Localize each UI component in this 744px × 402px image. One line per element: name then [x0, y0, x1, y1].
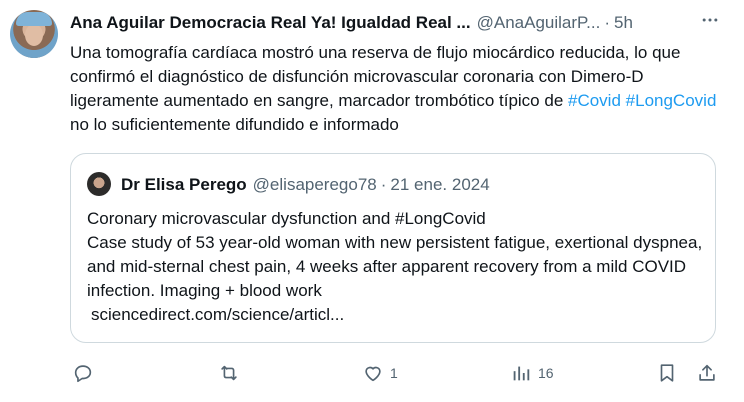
hashtag-longcovid[interactable]: #LongCovid: [626, 91, 717, 110]
quoted-tweet-text: Coronary microvascular dysfunction and #…: [87, 207, 707, 327]
quoted-author-avatar[interactable]: [87, 172, 111, 196]
author-name[interactable]: Ana Aguilar Democracia Real Ya! Igualdad…: [70, 13, 471, 33]
views-icon: [513, 366, 530, 381]
tweet-actions-bar: 1 16: [70, 358, 730, 388]
separator-dot: ·: [604, 13, 611, 32]
bookmark-button[interactable]: [656, 358, 678, 388]
views-button[interactable]: 16: [510, 358, 554, 388]
heart-icon: [365, 366, 381, 382]
retweet-icon: [221, 365, 237, 381]
quoted-author-handle[interactable]: @elisaperego78: [253, 175, 377, 195]
like-button[interactable]: 1: [362, 358, 398, 388]
more-options-icon[interactable]: [696, 10, 724, 34]
retweet-button[interactable]: [218, 358, 246, 388]
quoted-tweet-card[interactable]: Dr Elisa Perego @elisaperego78 · 21 ene.…: [70, 153, 716, 343]
quoted-author-name[interactable]: Dr Elisa Perego: [121, 175, 247, 195]
views-count: 16: [538, 365, 554, 381]
tweet-text: Una tomografía cardíaca mostró una reser…: [70, 41, 730, 137]
share-button[interactable]: [696, 358, 718, 388]
bookmark-icon: [660, 364, 674, 382]
quoted-text-line2: Case study of 53 year-old woman with new…: [87, 233, 703, 300]
hashtag-covid[interactable]: #Covid: [568, 91, 621, 110]
quoted-tweet-header: Dr Elisa Perego @elisaperego78 · 21 ene.…: [121, 174, 490, 196]
quoted-tweet-date[interactable]: 21 ene. 2024: [390, 175, 489, 195]
share-icon: [699, 364, 715, 381]
author-avatar[interactable]: [10, 10, 58, 58]
author-handle[interactable]: @AnaAguilarP...: [477, 13, 601, 33]
quoted-text-line1: Coronary microvascular dysfunction and #…: [87, 209, 486, 228]
quoted-separator-dot: ·: [380, 175, 387, 194]
tweet-time[interactable]: 5h: [614, 13, 633, 33]
quoted-link[interactable]: sciencedirect.com/science/articl...: [91, 303, 707, 327]
tweet-text-end: no lo suficientemente difundido e inform…: [70, 115, 399, 134]
reply-icon: [74, 365, 92, 383]
reply-button[interactable]: [72, 358, 100, 388]
tweet-header: Ana Aguilar Democracia Real Ya! Igualdad…: [70, 12, 720, 34]
like-count: 1: [390, 365, 398, 381]
